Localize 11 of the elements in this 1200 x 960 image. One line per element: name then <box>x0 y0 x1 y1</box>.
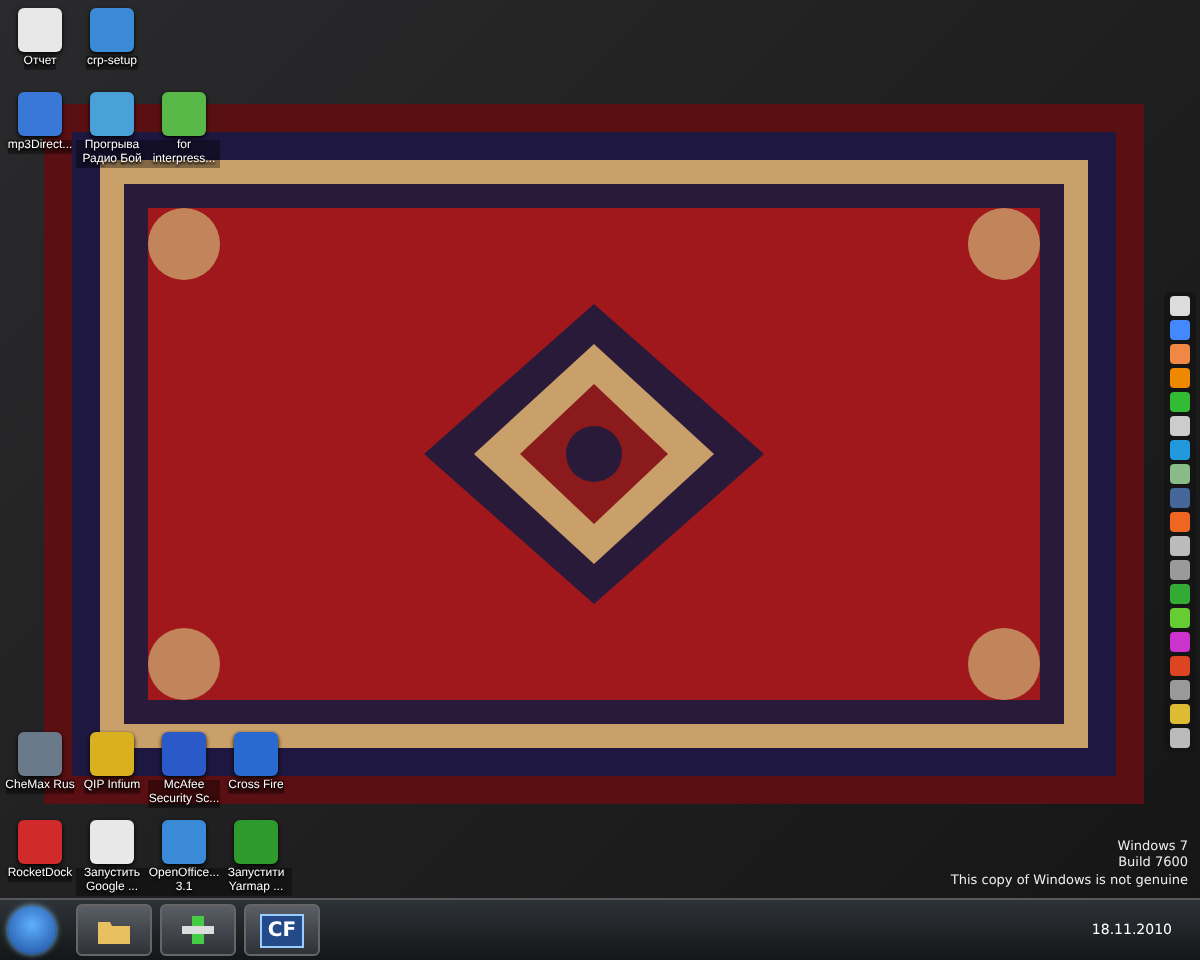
folder-taskbar-button[interactable] <box>76 904 152 956</box>
carpet-ornament <box>968 208 1040 280</box>
folder-icon <box>98 917 130 943</box>
carpet-ornament <box>148 208 220 280</box>
app-icon <box>182 916 214 944</box>
shortcut-icon[interactable] <box>90 820 134 864</box>
carpet-ornament <box>968 628 1040 700</box>
start-button[interactable] <box>8 906 56 954</box>
app-taskbar-button[interactable] <box>160 904 236 956</box>
app-taskbar-button[interactable]: CF <box>244 904 320 956</box>
carpet-ornament <box>148 628 220 700</box>
